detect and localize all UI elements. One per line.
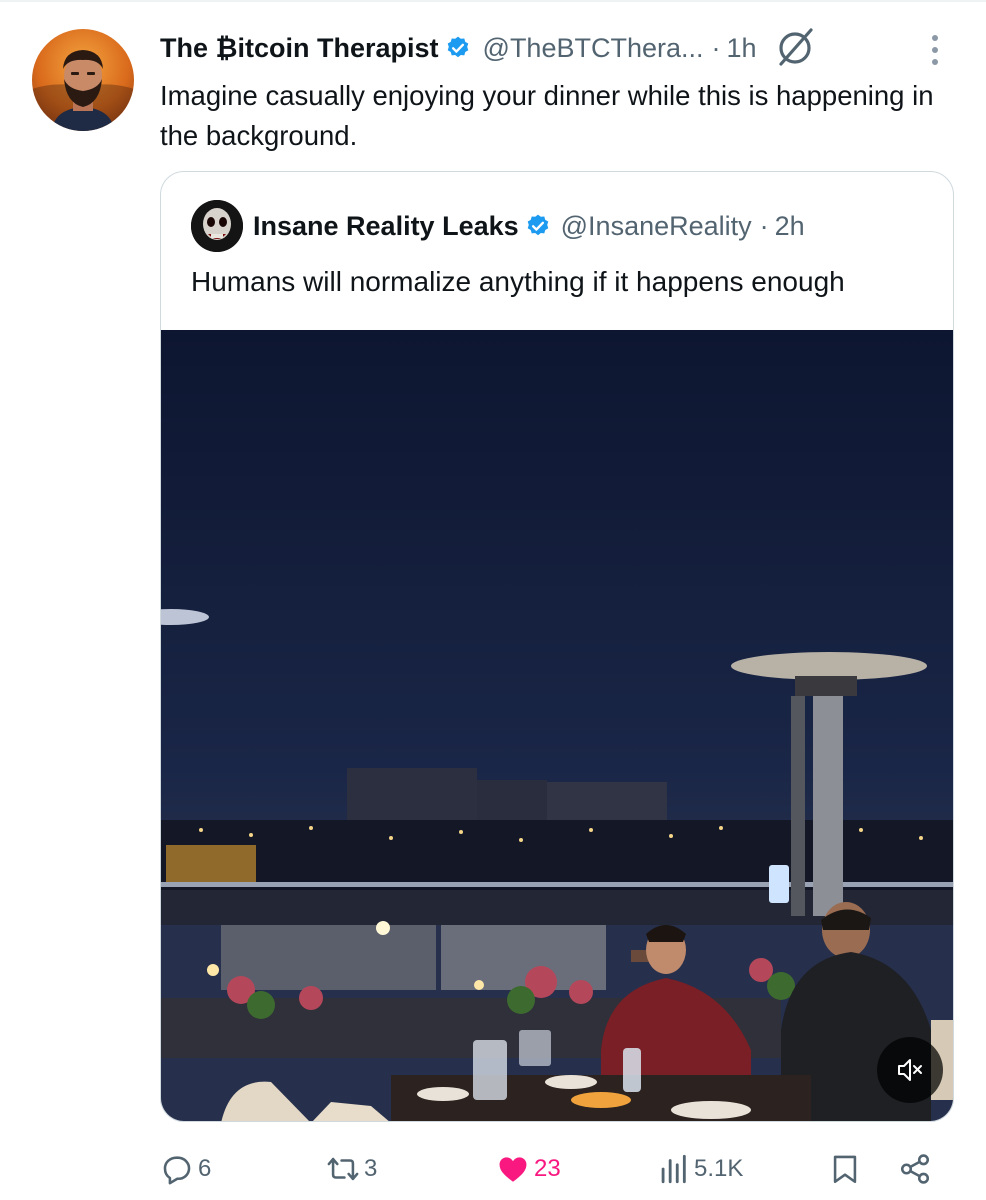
skull-avatar-image xyxy=(191,200,243,252)
video-player[interactable] xyxy=(161,330,953,1121)
top-divider xyxy=(0,0,986,2)
reply-icon xyxy=(163,1156,191,1185)
mute-icon xyxy=(898,1059,922,1081)
like-button[interactable]: 23 xyxy=(496,1146,561,1192)
quoted-tweet-timestamp: 2h xyxy=(774,210,805,241)
reply-count: 6 xyxy=(198,1155,212,1182)
repost-button[interactable]: 3 xyxy=(326,1146,377,1192)
verified-badge-icon xyxy=(447,36,468,58)
quoted-tweet-text: Humans will normalize anything if it hap… xyxy=(191,266,845,297)
separator-dot: · xyxy=(711,32,721,63)
reply-button[interactable]: 6 xyxy=(160,1146,211,1192)
share-icon xyxy=(900,1154,930,1184)
grok-icon[interactable] xyxy=(773,26,817,70)
quoted-tweet-card[interactable]: Insane Reality Leaks @InsaneReality · 2h… xyxy=(160,171,954,1122)
like-icon xyxy=(499,1157,527,1182)
views-count: 5.1K xyxy=(694,1155,744,1182)
author-handle[interactable]: @TheBTCThera... xyxy=(483,33,704,64)
repost-icon xyxy=(327,1157,359,1181)
mute-button[interactable] xyxy=(877,1037,943,1103)
separator-dot: · xyxy=(759,210,769,241)
repost-count: 3 xyxy=(364,1155,378,1182)
tweet-text: Imagine casually enjoying your dinner wh… xyxy=(160,80,934,151)
views-button[interactable]: 5.1K xyxy=(656,1146,743,1192)
bookmark-button[interactable] xyxy=(828,1146,866,1192)
tweet-timestamp[interactable]: 1h xyxy=(727,33,757,64)
verified-badge-icon xyxy=(527,214,548,236)
tweet-header: The ₿itcoin Therapist @TheBTCThera... · … xyxy=(160,28,817,68)
views-icon xyxy=(661,1154,686,1184)
video-frame-night-rooftop xyxy=(161,330,953,1121)
tweet-action-bar: 6 3 23 5.1K xyxy=(160,1146,950,1192)
author-avatar[interactable] xyxy=(32,29,134,131)
quoted-author-avatar xyxy=(191,200,243,252)
avatar-portrait xyxy=(32,50,134,131)
quoted-tweet-header: Insane Reality Leaks @InsaneReality · 2h xyxy=(191,200,805,252)
more-icon[interactable] xyxy=(928,32,942,68)
bookmark-icon xyxy=(833,1155,857,1184)
like-count: 23 xyxy=(534,1155,561,1182)
share-button[interactable] xyxy=(898,1146,936,1192)
quoted-author-name[interactable]: Insane Reality Leaks xyxy=(253,211,519,242)
quoted-author-handle[interactable]: @InsaneReality xyxy=(561,211,752,242)
author-name[interactable]: The ₿itcoin Therapist xyxy=(160,33,439,64)
